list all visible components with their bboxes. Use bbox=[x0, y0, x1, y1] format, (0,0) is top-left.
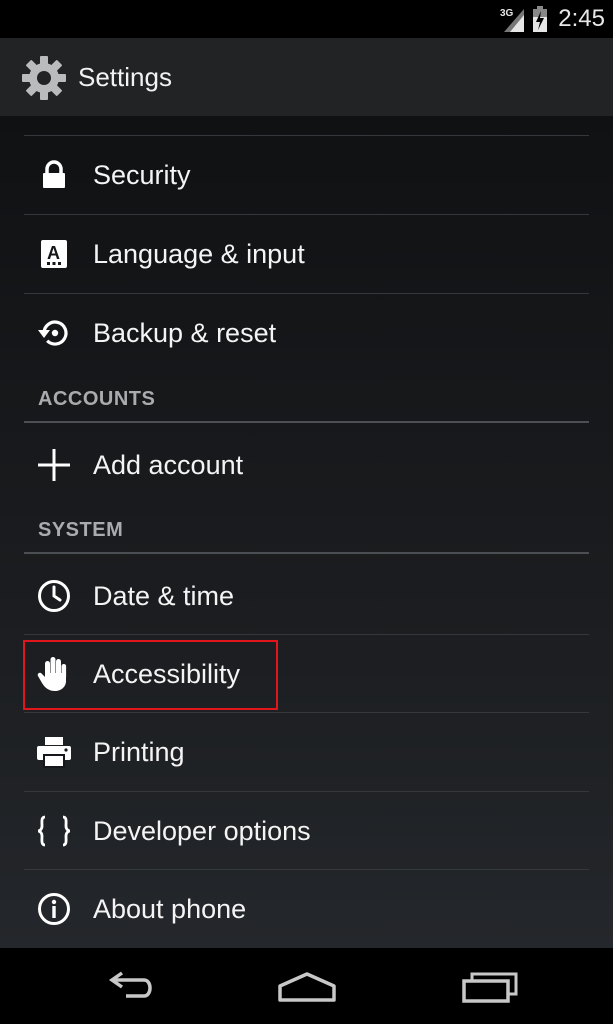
setting-backup-reset[interactable]: Backup & reset bbox=[24, 294, 589, 372]
printer-icon bbox=[34, 732, 74, 772]
setting-label: Printing bbox=[93, 737, 185, 767]
home-icon[interactable] bbox=[272, 964, 342, 1008]
setting-developer-options[interactable]: Developer options bbox=[24, 792, 589, 870]
setting-about-phone[interactable]: About phone bbox=[24, 870, 589, 948]
info-icon bbox=[34, 889, 74, 929]
section-header-accounts: ACCOUNTS bbox=[38, 388, 156, 410]
setting-label: Backup & reset bbox=[93, 318, 277, 348]
clock-icon bbox=[34, 576, 74, 616]
section-header-system: SYSTEM bbox=[38, 519, 124, 541]
status-clock: 2:45 bbox=[558, 5, 605, 32]
signal-3g-icon: 3G bbox=[500, 8, 525, 32]
setting-label: Security bbox=[93, 160, 191, 190]
gear-icon[interactable] bbox=[20, 54, 68, 102]
setting-label: Date & time bbox=[93, 581, 235, 611]
setting-label: Add account bbox=[93, 450, 244, 480]
setting-security[interactable]: Security bbox=[24, 136, 589, 214]
setting-printing[interactable]: Printing bbox=[24, 713, 589, 791]
plus-icon bbox=[34, 445, 74, 485]
battery-charging-icon bbox=[533, 6, 548, 32]
setting-label: Developer options bbox=[93, 816, 311, 846]
setting-label: About phone bbox=[93, 894, 247, 924]
svg-text:3G: 3G bbox=[500, 8, 514, 19]
keyboard-a-icon: A bbox=[34, 234, 74, 274]
highlight-box bbox=[23, 640, 278, 710]
page-title: Settings bbox=[78, 62, 172, 92]
recent-apps-icon[interactable] bbox=[454, 964, 524, 1008]
section-divider bbox=[24, 421, 589, 423]
setting-add-account[interactable]: Add account bbox=[24, 426, 589, 504]
status-bar: 3G 2:45 bbox=[0, 0, 613, 38]
back-icon[interactable] bbox=[94, 964, 164, 1008]
lock-icon bbox=[34, 155, 74, 195]
action-bar: Settings bbox=[0, 38, 613, 116]
navigation-bar bbox=[0, 948, 613, 1024]
setting-label: Language & input bbox=[93, 239, 305, 269]
backup-restore-icon bbox=[34, 313, 74, 353]
svg-text:A: A bbox=[47, 243, 60, 263]
setting-language-input[interactable]: A Language & input bbox=[24, 215, 589, 293]
settings-list: Security A Language & input Backup & res… bbox=[0, 116, 613, 948]
section-divider bbox=[24, 552, 589, 554]
setting-date-time[interactable]: Date & time bbox=[24, 557, 589, 635]
braces-icon bbox=[34, 811, 74, 851]
